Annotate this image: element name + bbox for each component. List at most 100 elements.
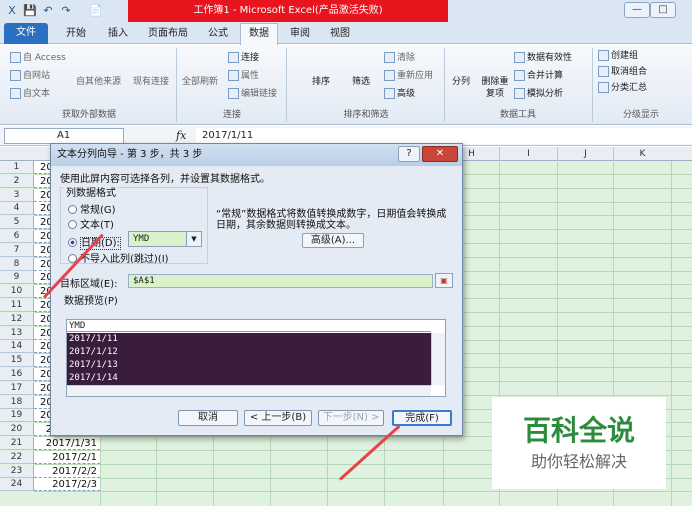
edit-links-button[interactable]: 编辑链接: [228, 88, 277, 100]
row-header[interactable]: 3: [0, 189, 34, 202]
from-web-button[interactable]: 自网站: [10, 70, 50, 82]
subtotal-button[interactable]: 分类汇总: [598, 82, 647, 94]
group-button[interactable]: 创建组: [598, 50, 638, 62]
row-header[interactable]: 12: [0, 313, 34, 326]
tab-page-layout[interactable]: 页面布局: [140, 24, 196, 44]
other-sources-button[interactable]: 自其他来源: [76, 76, 121, 88]
group-label: 创建组: [611, 51, 639, 61]
tab-formulas[interactable]: 公式: [200, 24, 236, 44]
sort-button[interactable]: 排序: [312, 76, 330, 88]
radio-text[interactable]: 文本(T): [68, 216, 114, 231]
what-if-button[interactable]: 模拟分析: [514, 88, 563, 100]
radio-icon: [68, 220, 77, 229]
from-access-button[interactable]: 自 Access: [10, 52, 66, 64]
ribbon-separator: [592, 48, 593, 122]
reapply-button[interactable]: 重新应用: [384, 70, 433, 82]
row-header[interactable]: 24: [0, 478, 34, 491]
window-title: 工作簿1 - Microsoft Excel(产品激活失败): [128, 0, 448, 22]
cell-a[interactable]: 2017/1/31: [34, 437, 100, 450]
row-header[interactable]: 2: [0, 175, 34, 188]
row-header[interactable]: 7: [0, 244, 34, 257]
cell-a[interactable]: 2017/2/1: [34, 451, 100, 464]
row-header[interactable]: 8: [0, 258, 34, 271]
tab-home[interactable]: 开始: [58, 24, 94, 44]
save-icon[interactable]: 💾: [22, 3, 38, 18]
cell-a[interactable]: 2017/2/2: [34, 465, 100, 478]
preview-row: 2017/1/13: [67, 359, 431, 372]
row-header[interactable]: 9: [0, 271, 34, 284]
watermark-subtitle: 助你轻松解决: [530, 452, 627, 471]
cancel-button[interactable]: 取消: [178, 410, 238, 426]
tab-file[interactable]: 文件: [4, 23, 48, 44]
consolidate-button[interactable]: 合并计算: [514, 70, 563, 82]
destination-input[interactable]: $A$1: [128, 274, 433, 288]
subtotal-label: 分类汇总: [611, 83, 648, 93]
properties-button[interactable]: 属性: [228, 70, 259, 82]
row-header[interactable]: 5: [0, 216, 34, 229]
chevron-down-icon[interactable]: ▼: [186, 232, 201, 246]
tab-review[interactable]: 审阅: [282, 24, 318, 44]
format-description: “常规”数据格式将数值转换成数字，日期值会转换成日期，其余数据则转换成文本。: [216, 209, 447, 231]
back-button[interactable]: < 上一步(B): [244, 410, 312, 426]
fx-icon[interactable]: fx: [176, 128, 192, 144]
row-header[interactable]: 18: [0, 396, 34, 409]
minimize-button[interactable]: —: [624, 2, 650, 18]
preview-horizontal-scrollbar[interactable]: [67, 385, 431, 396]
row-header[interactable]: 4: [0, 202, 34, 215]
row-header[interactable]: 23: [0, 465, 34, 478]
row-header[interactable]: 20: [0, 423, 34, 436]
next-button[interactable]: 下一步(N) >: [318, 410, 384, 426]
preview-column-header[interactable]: YMD: [67, 320, 431, 332]
tab-insert[interactable]: 插入: [100, 24, 136, 44]
radio-icon: [68, 205, 77, 214]
radio-general[interactable]: 常规(G): [68, 201, 116, 216]
ungroup-button[interactable]: 取消组合: [598, 66, 647, 78]
existing-connections-button[interactable]: 现有连接: [133, 76, 169, 88]
undo-icon[interactable]: ↶: [40, 3, 56, 18]
row-header[interactable]: 1: [0, 161, 34, 174]
edit-links-label: 编辑链接: [241, 89, 278, 99]
column-header-k[interactable]: K: [613, 147, 671, 161]
row-header[interactable]: 11: [0, 299, 34, 312]
row-header[interactable]: 22: [0, 451, 34, 464]
help-button[interactable]: ?: [398, 146, 420, 162]
row-header[interactable]: 16: [0, 368, 34, 381]
remove-duplicates-button[interactable]: 删除重复项: [480, 76, 510, 100]
radio-text-label: 文本(T): [80, 220, 114, 231]
destination-label: 目标区域(E):: [60, 279, 118, 290]
text-to-columns-button[interactable]: 分列: [452, 76, 470, 88]
data-validation-button[interactable]: 数据有效性: [514, 52, 572, 64]
advanced-filter-button[interactable]: 高级: [384, 88, 415, 100]
connections-button[interactable]: 连接: [228, 52, 259, 64]
advanced-button[interactable]: 高级(A)...: [302, 233, 364, 248]
row-header[interactable]: 10: [0, 285, 34, 298]
name-box[interactable]: A1: [4, 128, 124, 144]
cell-a[interactable]: 2017/2/3: [34, 478, 100, 491]
row-header[interactable]: 15: [0, 354, 34, 367]
row-header[interactable]: 21: [0, 437, 34, 450]
tab-view[interactable]: 视图: [322, 24, 358, 44]
column-header-i[interactable]: I: [499, 147, 557, 161]
redo-icon[interactable]: ↷: [58, 3, 74, 18]
row-header[interactable]: 13: [0, 327, 34, 340]
finish-button[interactable]: 完成(F): [392, 410, 452, 426]
new-doc-icon[interactable]: 📄: [88, 3, 104, 18]
properties-label: 属性: [241, 71, 260, 81]
from-text-button[interactable]: 自文本: [10, 88, 50, 100]
preview-vertical-scrollbar[interactable]: [431, 333, 445, 385]
row-header[interactable]: 6: [0, 230, 34, 243]
column-header-j[interactable]: J: [557, 147, 613, 161]
formula-input[interactable]: 2017/1/11: [196, 128, 692, 144]
consolidate-label: 合并计算: [527, 71, 564, 81]
tab-data[interactable]: 数据: [240, 23, 278, 45]
close-button[interactable]: ✕: [422, 146, 458, 162]
collapse-dialog-icon[interactable]: ▣: [435, 273, 453, 288]
refresh-all-button[interactable]: 全部刷新: [182, 76, 218, 88]
maximize-button[interactable]: □: [650, 2, 676, 18]
row-header[interactable]: 14: [0, 340, 34, 353]
row-header[interactable]: 19: [0, 409, 34, 422]
filter-button[interactable]: 筛选: [352, 76, 370, 88]
radio-general-label: 常规(G): [80, 205, 116, 216]
clear-button[interactable]: 清除: [384, 52, 415, 64]
row-header[interactable]: 17: [0, 382, 34, 395]
